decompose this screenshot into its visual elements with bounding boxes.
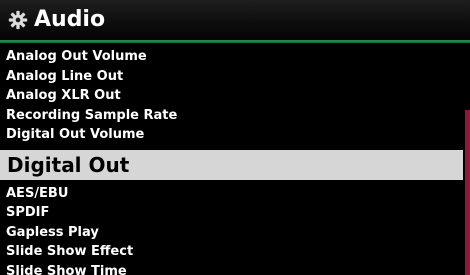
menu-item-slide-show-time[interactable]: Slide Show Time [0,262,463,275]
menu-item-recording-sample-rate[interactable]: Recording Sample Rate [0,106,463,126]
menu-item-digital-out[interactable]: Digital Out [0,149,463,180]
menu-item-analog-xlr-out[interactable]: Analog XLR Out [0,86,463,106]
menu-header: Audio [0,0,470,40]
menu-item-analog-out-volume[interactable]: Analog Out Volume [0,47,463,67]
scrollbar[interactable] [465,47,470,275]
scrollbar-thumb[interactable] [465,110,470,275]
menu-item-digital-out-volume[interactable]: Digital Out Volume [0,125,463,145]
header-divider [0,40,470,43]
gear-icon [8,10,28,30]
menu-item-spdif[interactable]: SPDIF [0,203,463,223]
menu-item-gapless-play[interactable]: Gapless Play [0,223,463,243]
menu-item-aes-ebu[interactable]: AES/EBU [0,184,463,204]
menu-item-slide-show-effect[interactable]: Slide Show Effect [0,242,463,262]
settings-menu-list: Analog Out Volume Analog Line Out Analog X… [0,47,463,275]
page-title: Audio [34,7,106,32]
audio-menu-screen: Audio Analog Out Volume Analog Line Out An… [0,0,470,275]
menu-item-analog-line-out[interactable]: Analog Line Out [0,67,463,87]
